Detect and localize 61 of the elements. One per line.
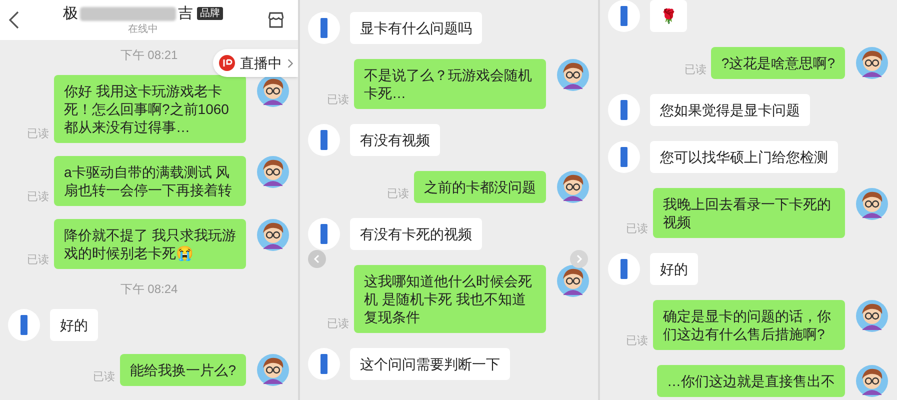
read-receipt: 已读	[93, 370, 116, 384]
user-avatar	[856, 47, 888, 79]
shop-avatar	[608, 94, 640, 126]
sent-message: 能给我换一片么?	[120, 354, 246, 386]
timestamp: 下午 08:24	[120, 282, 178, 296]
user-avatar	[257, 219, 289, 251]
read-receipt: 已读	[626, 222, 648, 236]
brand-badge: 品牌	[197, 7, 223, 20]
sent-message: ?这花是啥意思啊?	[711, 47, 845, 79]
sent-message: 确定是显卡的问题的话，你们这边有什么售后措施啊?	[653, 300, 845, 350]
read-receipt: 已读	[684, 63, 706, 77]
chat-title: 极	[63, 4, 78, 22]
user-avatar	[856, 300, 888, 332]
user-avatar	[257, 75, 289, 107]
chat-title: 吉	[178, 4, 193, 22]
shop-avatar	[308, 348, 340, 380]
read-receipt: 已读	[27, 190, 49, 204]
user-avatar	[257, 156, 289, 188]
read-receipt: 已读	[327, 317, 349, 331]
timestamp: 下午 08:21	[120, 48, 178, 62]
sent-message: 之前的卡都没问题	[414, 171, 546, 203]
shop-avatar	[608, 0, 640, 32]
sent-message: 降价就不提了 我只求我玩游戏的时候别老卡死😭	[54, 219, 246, 269]
read-receipt: 已读	[327, 93, 349, 107]
received-message: 好的	[650, 253, 698, 285]
shop-avatar	[308, 218, 340, 250]
user-avatar	[856, 188, 888, 220]
store-icon[interactable]	[266, 10, 286, 30]
read-receipt: 已读	[387, 187, 409, 201]
received-message: 这个问问需要判断一下	[350, 348, 510, 380]
received-message: 显卡有什么问题吗	[350, 12, 482, 44]
shop-avatar	[8, 309, 40, 341]
shop-avatar	[308, 124, 340, 156]
received-message: 🌹	[650, 0, 687, 32]
online-status: 在线中	[128, 22, 158, 36]
received-message: 好的	[50, 309, 98, 341]
received-message: 您可以找华硕上门给您检测	[650, 141, 838, 173]
sent-message: 这我哪知道他什么时候会死机 是随机卡死 我也不知道复现条件	[354, 265, 546, 333]
live-button[interactable]: 直播中	[213, 49, 298, 77]
user-avatar	[557, 59, 589, 91]
received-message: 有没有视频	[350, 124, 440, 156]
shop-avatar	[308, 12, 340, 44]
user-avatar	[257, 354, 289, 386]
sent-message: a卡驱动自带的满载测试 风扇也转一会停一下再接着转	[54, 156, 246, 206]
chevron-right-icon	[287, 58, 294, 68]
sent-message: …你们这边就是直接售出不	[657, 365, 845, 397]
user-avatar	[557, 171, 589, 203]
sent-message: 你好 我用这卡玩游戏老卡死！怎么回事啊?之前1060都从来没有过得事…	[54, 75, 246, 143]
user-avatar	[557, 265, 589, 297]
user-avatar	[856, 365, 888, 397]
read-receipt: 已读	[626, 334, 648, 348]
sent-message: 我晚上回去看录一下卡死的视频	[653, 188, 845, 238]
back-icon[interactable]	[8, 10, 20, 30]
shop-avatar	[608, 253, 640, 285]
sent-message: 不是说了么？玩游戏会随机卡死…	[354, 59, 546, 109]
read-receipt: 已读	[27, 127, 49, 141]
read-receipt: 已读	[27, 253, 49, 267]
live-icon	[219, 55, 235, 71]
received-message: 有没有卡死的视频	[350, 218, 482, 250]
shop-avatar	[608, 141, 640, 173]
received-message: 您如果觉得是显卡问题	[650, 94, 810, 126]
